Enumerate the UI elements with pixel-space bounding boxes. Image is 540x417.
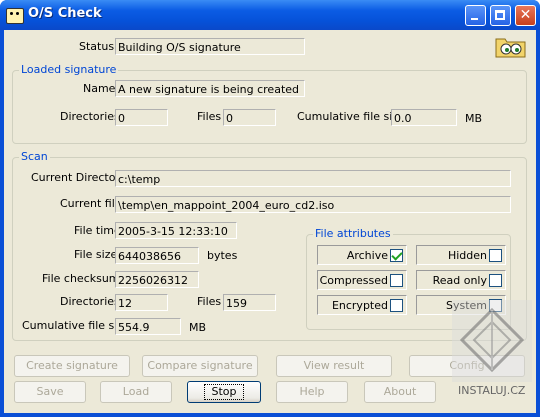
current-file-label: Current file (60, 197, 122, 210)
loaded-files-value: 0 (223, 109, 276, 126)
read-only-checkbox[interactable] (489, 274, 502, 287)
compressed-checkbox[interactable] (390, 274, 403, 287)
file-size-unit: bytes (207, 249, 238, 262)
compressed-checkbox-row[interactable]: Compressed (317, 270, 407, 290)
save-button[interactable]: Save (14, 381, 86, 403)
loaded-directories-label: Directories (60, 110, 120, 123)
scan-files-value: 159 (223, 294, 276, 311)
watermark-logo (452, 300, 532, 382)
loaded-files-label: Files (197, 110, 222, 123)
loaded-cumulative-label: Cumulative file size (297, 110, 405, 123)
file-size-value: 644038656 (115, 247, 199, 264)
read-only-checkbox-row[interactable]: Read only (416, 270, 506, 290)
loaded-cumulative-value: 0.0 (391, 109, 457, 126)
os-check-window: O/S Check ✕ Status Building O/S signatur… (0, 0, 540, 417)
encrypted-checkbox-row[interactable]: Encrypted (317, 295, 407, 315)
hidden-checkbox[interactable] (489, 249, 502, 262)
scan-cumulative-label: Cumulative file size (22, 319, 130, 332)
folder-eyes-icon (495, 38, 526, 58)
archive-label: Archive (346, 249, 388, 262)
scan-cumulative-value: 554.9 (115, 318, 181, 335)
archive-checkbox[interactable] (390, 249, 403, 262)
help-button[interactable]: Help (276, 381, 348, 403)
hidden-label: Hidden (447, 249, 487, 262)
read-only-label: Read only (432, 274, 487, 287)
current-directory-label: Current Directory (31, 171, 127, 184)
file-checksum-label: File checksum (42, 272, 120, 285)
scan-title: Scan (19, 150, 50, 163)
window-title: O/S Check (28, 6, 102, 21)
scan-directories-label: Directories (60, 295, 120, 308)
file-attributes-title: File attributes (313, 227, 393, 240)
watermark-text: INSTALUJ.CZ (458, 384, 526, 397)
file-time-value: 2005-3-15 12:33:10 (115, 222, 237, 239)
close-button[interactable]: ✕ (515, 5, 536, 26)
compressed-label: Compressed (319, 274, 388, 287)
app-icon[interactable] (6, 8, 24, 24)
stop-button[interactable]: Stop (187, 381, 261, 403)
encrypted-checkbox[interactable] (390, 299, 403, 312)
maximize-button[interactable] (490, 5, 511, 26)
file-time-label: File time (74, 224, 121, 237)
name-value: A new signature is being created (115, 80, 305, 97)
scan-files-label: Files (197, 295, 222, 308)
scan-directories-value: 12 (115, 294, 168, 311)
encrypted-label: Encrypted (331, 299, 388, 312)
loaded-directories-value: 0 (115, 109, 168, 126)
name-label: Name (83, 82, 116, 95)
close-icon: ✕ (519, 7, 532, 23)
minimize-button[interactable] (465, 5, 486, 26)
view-result-button[interactable]: View result (276, 355, 392, 377)
title-bar[interactable]: O/S Check ✕ (0, 0, 540, 30)
current-file-value: \temp\en_mappoint_2004_euro_cd2.iso (115, 196, 511, 213)
create-signature-button[interactable]: Create signature (14, 355, 130, 377)
scan-cumulative-unit: MB (189, 321, 207, 334)
status-value: Building O/S signature (115, 38, 305, 55)
file-size-label: File size (74, 248, 118, 261)
loaded-cumulative-unit: MB (465, 112, 483, 125)
load-button[interactable]: Load (100, 381, 172, 403)
file-checksum-value: 2256026312 (115, 271, 199, 288)
hidden-checkbox-row[interactable]: Hidden (416, 245, 506, 265)
loaded-signature-title: Loaded signature (19, 63, 119, 76)
compare-signature-button[interactable]: Compare signature (142, 355, 258, 377)
stop-button-label: Stop (204, 384, 244, 400)
about-button[interactable]: About (364, 381, 436, 403)
status-label: Status (79, 40, 115, 53)
archive-checkbox-row[interactable]: Archive (317, 245, 407, 265)
current-directory-value: c:\temp (115, 170, 511, 187)
